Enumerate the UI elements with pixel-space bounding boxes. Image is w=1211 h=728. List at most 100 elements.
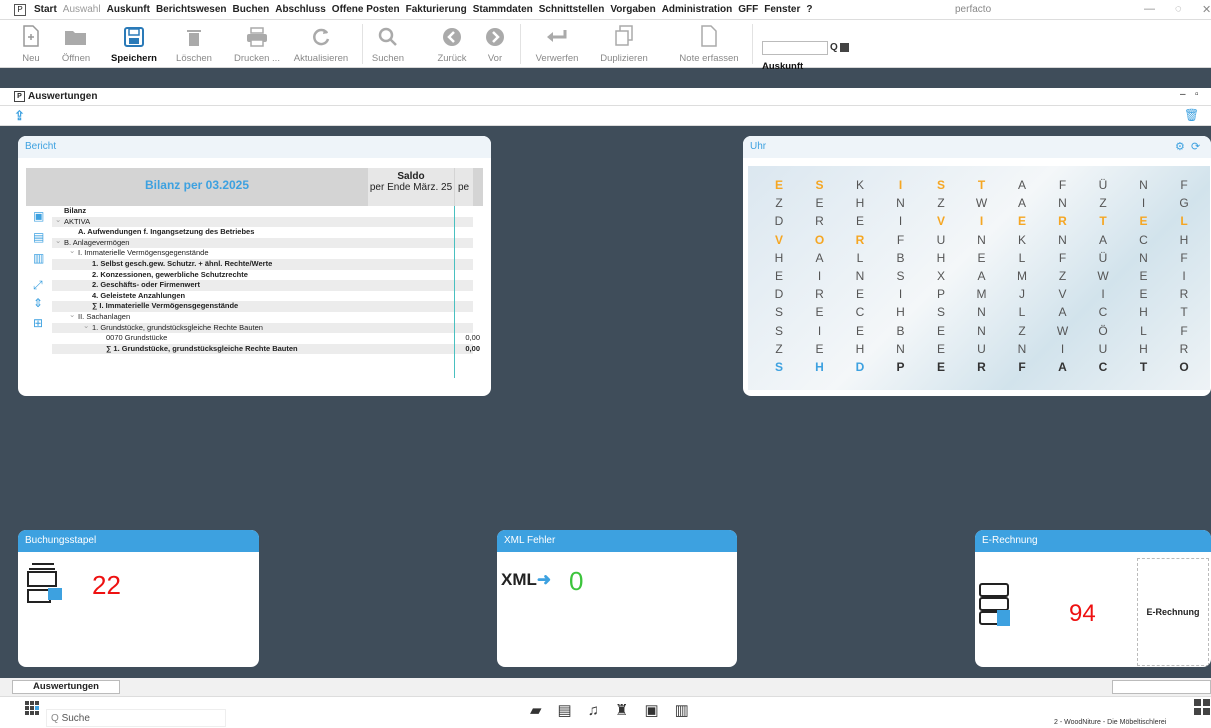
tile-grid-icon[interactable]	[1194, 699, 1210, 715]
chevron-down-icon[interactable]: ⌄	[55, 236, 61, 247]
table-row[interactable]: Bilanz	[52, 206, 473, 217]
note-button[interactable]: Note erfassen	[674, 20, 744, 68]
module-restore-icon[interactable]: ▫	[1195, 89, 1199, 100]
tree-icon[interactable]: ⊞	[33, 316, 43, 330]
menu-item[interactable]: Schnittstellen	[539, 4, 605, 15]
open-button[interactable]: Öffnen	[58, 20, 94, 68]
print-button[interactable]: Drucken ...	[232, 20, 282, 68]
table-row[interactable]: A. Aufwendungen f. Ingangsetzung des Bet…	[52, 227, 473, 238]
clock-letter: W	[1097, 269, 1109, 283]
clock-letter: H	[896, 305, 905, 320]
minimize-icon[interactable]: —	[1144, 3, 1155, 15]
clock-letter: E	[815, 305, 824, 320]
refresh-icon[interactable]: ⟳	[1191, 140, 1200, 153]
chevron-down-icon[interactable]: ⌄	[55, 215, 61, 226]
menu-item[interactable]: Fakturierung	[406, 4, 467, 15]
menu-item[interactable]: Vorgaben	[610, 4, 655, 15]
menu-item[interactable]: Administration	[662, 4, 733, 15]
excel-export-icon[interactable]: ▣	[33, 209, 44, 223]
menu-item[interactable]: Stammdaten	[473, 4, 533, 15]
buchungsstapel-widget[interactable]: Buchungsstapel 22	[18, 530, 259, 667]
menu-item[interactable]: Auswahl	[63, 4, 101, 15]
clipboard-icon[interactable]: ▤	[33, 230, 44, 244]
auskunft-search-input[interactable]	[762, 41, 828, 55]
go-arrow-icon	[839, 42, 849, 52]
table-row[interactable]: ⌄ B. Anlagevermögen	[52, 236, 473, 249]
menu-item[interactable]: Berichtswesen	[156, 4, 227, 15]
table-row[interactable]: ⌄ II. Sachanlagen	[52, 310, 473, 323]
clock-letter: N	[977, 232, 986, 247]
clock-letter: X	[936, 269, 945, 283]
global-search-input[interactable]: Q Suche	[46, 709, 226, 727]
quick-launch-icons: ▰▤♫♜▣▥	[530, 701, 705, 719]
table-row[interactable]: ⌄ AKTIVA	[52, 215, 473, 228]
e-rechnung-widget[interactable]: E-Rechnung 94 E-Rechnung	[975, 530, 1211, 667]
clock-letter: F	[1180, 250, 1188, 265]
menu-item[interactable]: Abschluss	[275, 4, 326, 15]
delete-button[interactable]: Löschen	[174, 20, 214, 68]
collapse-rows-icon[interactable]: ⇕	[33, 296, 43, 310]
xml-fehler-widget[interactable]: XML Fehler XML➜ 0	[497, 530, 737, 667]
book-icon[interactable]: ▰	[530, 702, 558, 719]
row-label: ∑ 1. Grundstücke, grundstücksgleiche Rec…	[106, 343, 298, 353]
forward-button[interactable]: Vor	[480, 20, 510, 68]
clock-letter: I	[817, 323, 822, 338]
menu-item[interactable]: GFF	[738, 4, 758, 15]
clipboard-list-icon[interactable]: ▥	[33, 251, 44, 265]
clock-letter: E	[936, 360, 945, 374]
clock-letter: A	[1017, 178, 1026, 192]
clock-letter: O	[1179, 360, 1189, 374]
table-row[interactable]: 2. Konzessionen, gewerbliche Schutzrecht…	[52, 269, 473, 281]
bell-icon[interactable]: ♫	[588, 702, 615, 719]
chevron-down-icon[interactable]: ⌄	[69, 310, 75, 321]
chevron-down-icon[interactable]: ⌄	[83, 321, 89, 332]
module-minimize-icon[interactable]: –	[1180, 89, 1186, 100]
restore-icon[interactable]: ◌	[1175, 3, 1182, 15]
menu-items: Start Auswahl Auskunft Berichtswesen Buchen A…	[34, 4, 819, 15]
e-rechnung-count: 94	[1069, 600, 1096, 627]
upload-icon[interactable]: ⇪	[14, 108, 25, 124]
toolbar-separator	[520, 24, 521, 64]
menu-item[interactable]: Start	[34, 4, 57, 15]
menu-item[interactable]: Offene Posten	[332, 4, 400, 15]
chevron-down-icon[interactable]: ⌄	[69, 246, 75, 257]
save-button[interactable]: Speichern	[111, 20, 157, 68]
new-button[interactable]: Neu	[16, 20, 46, 68]
refresh-button[interactable]: Aktualisieren	[286, 20, 356, 68]
app-icon[interactable]: P	[14, 3, 26, 16]
table-row[interactable]: 1. Selbst gesch.gew. Schutzr. + ähnl. Re…	[52, 259, 473, 270]
search-button[interactable]: Suchen	[370, 20, 406, 68]
e-rechnung-button[interactable]: E-Rechnung	[1137, 558, 1209, 666]
money-bag-icon[interactable]: ♜	[615, 702, 644, 719]
table-row[interactable]: 4. Geleistete Anzahlungen	[52, 290, 473, 302]
table-row[interactable]: ∑ I. Immaterielle Vermögensgegenstände	[52, 301, 473, 312]
discard-button[interactable]: Verwerfen	[530, 20, 584, 68]
table-row[interactable]: ⌄ I. Immaterielle Vermögensgegenstände	[52, 246, 473, 259]
clock-letter: R	[815, 214, 824, 229]
gear-icon[interactable]: ⚙	[1175, 140, 1185, 153]
menu-item[interactable]: ?	[806, 4, 812, 15]
tab-auswertungen[interactable]: Auswertungen	[12, 680, 120, 694]
calendar-icon[interactable]: ▣	[644, 702, 674, 719]
menu-item[interactable]: Auskunft	[107, 4, 150, 15]
table-row[interactable]: 0070 Grundstücke 0,00	[52, 333, 480, 344]
edit-document-icon[interactable]: ▤	[558, 702, 588, 719]
table-row[interactable]: 2. Geschäfts- oder Firmenwert	[52, 280, 473, 291]
server-icon[interactable]: ▥	[675, 702, 705, 719]
trash-icon[interactable]: 🗑	[1184, 108, 1199, 122]
duplicate-button[interactable]: Duplizieren	[596, 20, 652, 68]
close-icon[interactable]: ✕	[1202, 3, 1211, 16]
column-partial-header[interactable]: pe	[455, 168, 473, 206]
server-invoice-icon	[979, 583, 1010, 626]
clock-letter: R	[855, 232, 865, 247]
back-button[interactable]: Zurück	[434, 20, 470, 68]
menu-item[interactable]: Buchen	[233, 4, 270, 15]
xml-fehler-count: 0	[569, 566, 584, 596]
table-row[interactable]: ∑ 1. Grundstücke, grundstücksgleiche Rec…	[52, 343, 480, 355]
expand-icon[interactable]: ⤢	[33, 278, 43, 293]
app-grid-icon[interactable]	[25, 701, 39, 715]
auskunft-search-go[interactable]: Q	[830, 42, 849, 53]
menu-item[interactable]: Fenster	[764, 4, 800, 15]
column-saldo-header[interactable]: Saldo per Ende März. 25	[368, 168, 454, 206]
table-row[interactable]: ⌄ 1. Grundstücke, grundstücksgleiche Rec…	[52, 321, 473, 334]
